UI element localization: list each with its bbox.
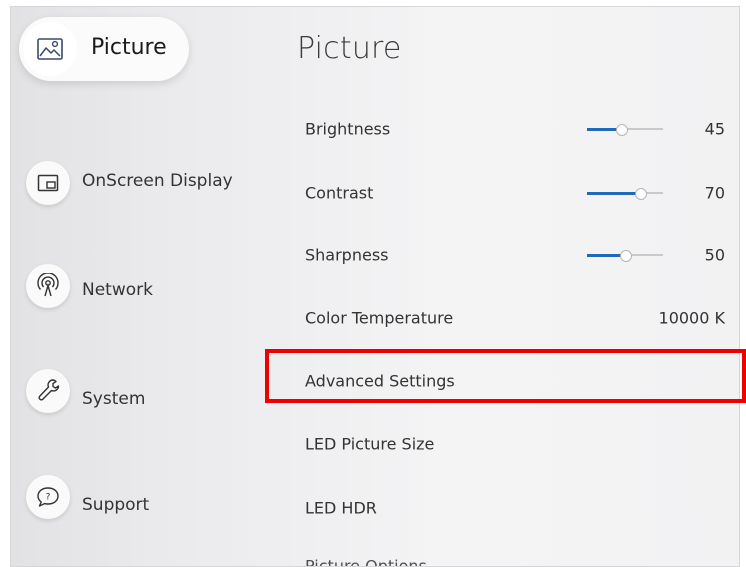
brightness-slider[interactable] [587, 122, 663, 136]
slider-thumb[interactable] [620, 250, 632, 262]
setting-row-advanced-settings[interactable]: Advanced Settings [269, 354, 739, 408]
settings-sidebar: Picture OnScreen Display Network System … [11, 7, 269, 566]
sidebar-item-system[interactable]: System [11, 353, 269, 433]
slider-thumb[interactable] [616, 124, 629, 136]
picture-settings-panel: Picture Brightness 45 Contrast 70 Sharpn… [269, 7, 739, 566]
contrast-slider[interactable] [587, 186, 663, 200]
setting-label: Contrast [305, 183, 374, 203]
sidebar-item-label: OnScreen Display [82, 171, 233, 191]
tv-settings-screen: Picture OnScreen Display Network System … [10, 6, 740, 567]
setting-row-sharpness[interactable]: Sharpness 50 [269, 228, 739, 282]
sidebar-item-network[interactable]: Network [11, 248, 269, 328]
sidebar-item-label: Picture [91, 35, 167, 60]
setting-label: LED HDR [305, 498, 377, 518]
sidebar-item-label: Network [82, 280, 153, 300]
setting-row-led-hdr[interactable]: LED HDR [269, 481, 739, 535]
setting-row-contrast[interactable]: Contrast 70 [269, 166, 739, 220]
setting-label: LED Picture Size [305, 434, 435, 454]
setting-label: Color Temperature [305, 308, 454, 328]
setting-label: Picture Options [305, 556, 427, 567]
setting-value: 50 [704, 245, 725, 265]
support-icon: ? [26, 475, 70, 519]
setting-value: 70 [704, 183, 725, 203]
onscreen-display-icon [26, 161, 70, 205]
svg-text:?: ? [46, 493, 51, 503]
setting-row-led-picture-size[interactable]: LED Picture Size [269, 417, 739, 471]
setting-label: Advanced Settings [305, 371, 455, 391]
picture-icon [23, 22, 77, 76]
sidebar-item-onscreen-display[interactable]: OnScreen Display [11, 143, 269, 223]
system-wrench-icon [26, 369, 70, 413]
network-icon [26, 264, 70, 308]
setting-value: 45 [704, 119, 725, 139]
sidebar-item-support[interactable]: ? Support [11, 459, 269, 539]
setting-label: Sharpness [305, 245, 389, 265]
setting-label: Brightness [305, 119, 391, 139]
setting-row-color-temperature[interactable]: Color Temperature 10000 K [269, 291, 739, 345]
slider-thumb[interactable] [635, 188, 648, 200]
setting-row-picture-options[interactable]: Picture Options [269, 539, 739, 567]
setting-row-brightness[interactable]: Brightness 45 [269, 102, 739, 156]
sharpness-slider[interactable] [587, 248, 663, 262]
sidebar-item-label: System [82, 389, 146, 409]
sidebar-item-picture[interactable]: Picture [11, 7, 269, 87]
setting-value: 10000 K [658, 308, 725, 328]
sidebar-item-label: Support [82, 495, 150, 515]
page-title: Picture [297, 31, 402, 66]
